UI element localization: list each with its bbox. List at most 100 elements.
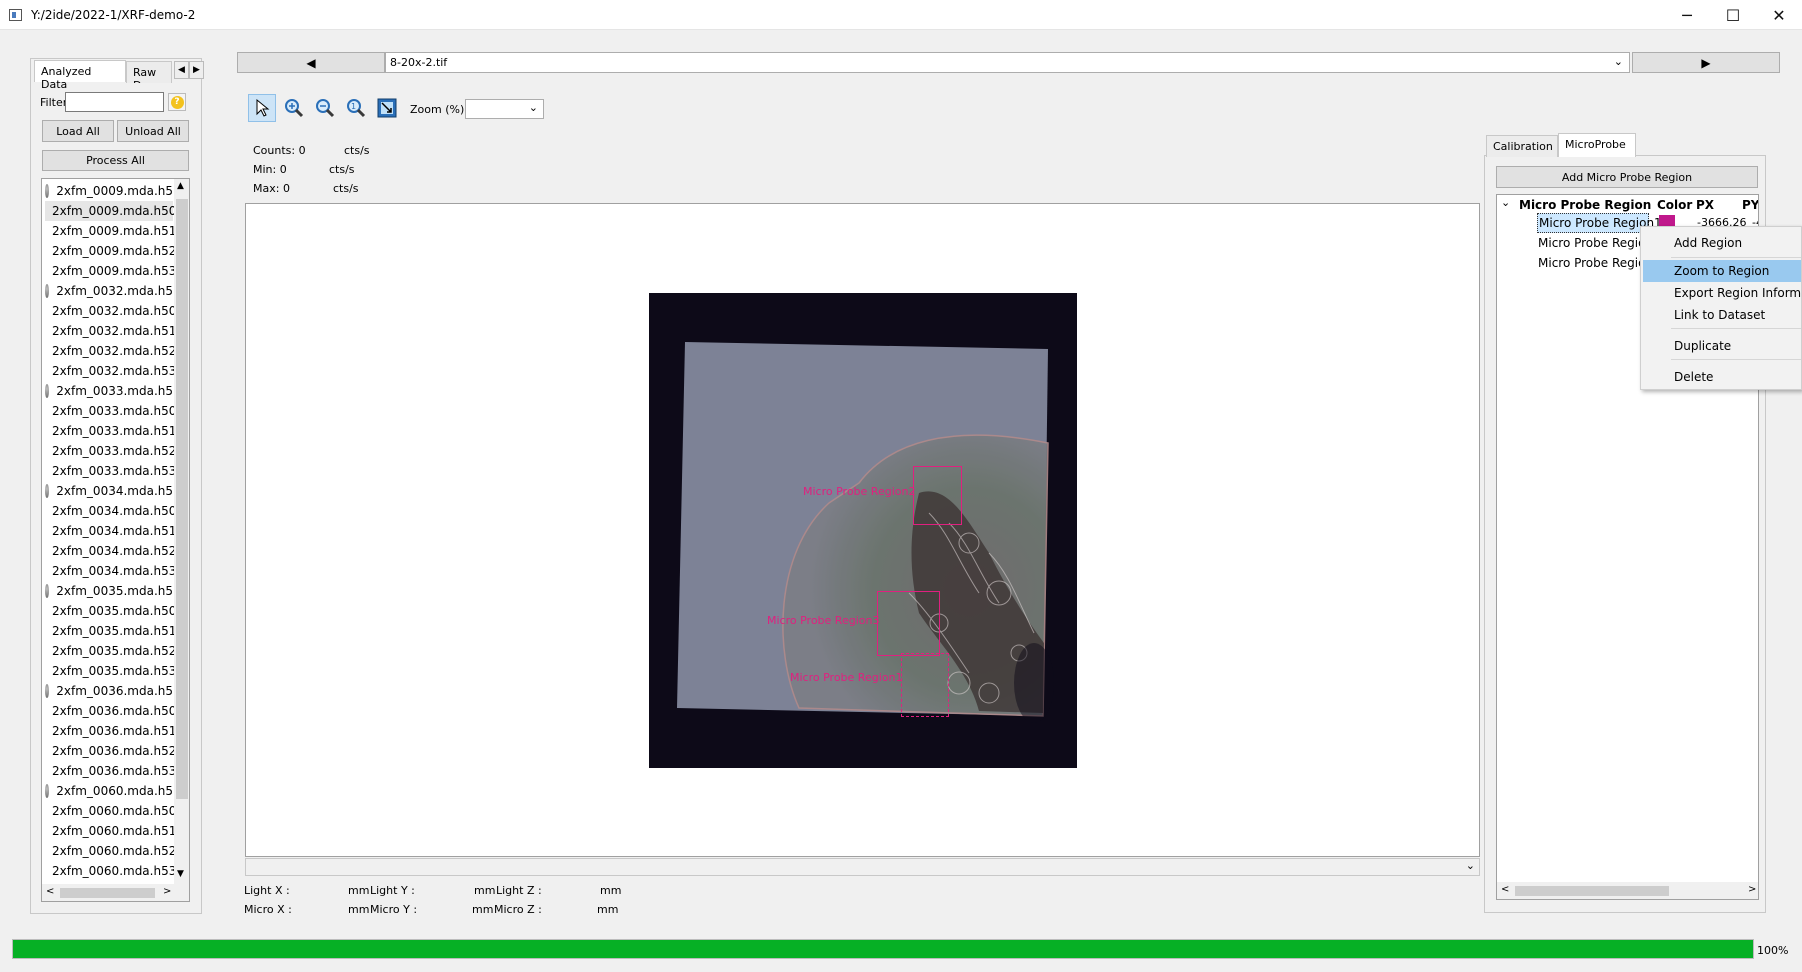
zoom-out-tool[interactable] bbox=[311, 94, 339, 122]
list-item[interactable]: 2xfm_0035.mda.h5 bbox=[45, 581, 173, 601]
list-item[interactable]: 2xfm_0060.mda.h5 bbox=[45, 781, 173, 801]
region-tree-hscroll[interactable]: < > bbox=[1497, 882, 1758, 899]
zoom-select[interactable]: ⌄ bbox=[465, 99, 544, 119]
scroll-right-icon[interactable]: > bbox=[1748, 884, 1756, 895]
list-item[interactable]: 2xfm_0036.mda.h53 bbox=[45, 761, 176, 781]
window-title: Y:/2ide/2022-1/XRF-demo-2 bbox=[31, 8, 196, 22]
light-x-label: Light X : bbox=[244, 884, 290, 897]
help-icon: ? bbox=[170, 95, 184, 109]
roi-region3[interactable] bbox=[877, 591, 940, 656]
list-item[interactable]: 2xfm_0034.mda.h50 bbox=[45, 501, 176, 521]
image-view-hscroll[interactable]: ⌄ bbox=[245, 858, 1480, 876]
zoom-reset-tool[interactable]: 1 bbox=[342, 94, 370, 122]
file-name: 2xfm_0035.mda.h50 bbox=[52, 604, 177, 618]
file-list-vscroll[interactable]: ▲ ▼ bbox=[174, 179, 189, 884]
light-z-label: Light Z : bbox=[496, 884, 542, 897]
scroll-down-icon[interactable]: ▼ bbox=[177, 869, 184, 879]
tab-scroll-right-icon[interactable]: ▶ bbox=[189, 61, 204, 79]
pointer-tool[interactable] bbox=[248, 94, 276, 122]
tab-calibration[interactable]: Calibration bbox=[1486, 135, 1558, 157]
tree-row[interactable]: Micro Probe Region1 bbox=[1537, 213, 1662, 233]
minimize-button[interactable]: ─ bbox=[1664, 0, 1710, 30]
scroll-up-icon[interactable]: ▲ bbox=[177, 181, 184, 191]
menu-item-link-to-dataset[interactable]: Link to Dataset bbox=[1643, 304, 1801, 326]
load-all-button[interactable]: Load All bbox=[42, 120, 114, 142]
list-item[interactable]: 2xfm_0032.mda.h53 bbox=[45, 361, 176, 381]
zoom-fit-icon: 1 bbox=[347, 99, 366, 118]
filter-input[interactable] bbox=[65, 92, 164, 112]
list-item[interactable]: 2xfm_0009.mda.h51 bbox=[45, 221, 176, 241]
scroll-thumb[interactable] bbox=[176, 199, 188, 799]
list-item[interactable]: 2xfm_0009.mda.h52 bbox=[45, 241, 176, 261]
file-name: 2xfm_0036.mda.h51 bbox=[52, 724, 177, 738]
filter-label: Filter bbox=[40, 96, 68, 109]
menu-item-export-region-information[interactable]: Export Region Information bbox=[1643, 282, 1801, 304]
scroll-left-icon[interactable]: < bbox=[1501, 884, 1509, 895]
next-arrow-icon: ▶ bbox=[1701, 55, 1711, 70]
prev-file-button[interactable]: ◀ bbox=[237, 52, 385, 73]
menu-item-zoom-to-region[interactable]: Zoom to Region bbox=[1643, 260, 1801, 282]
list-item[interactable]: 2xfm_0033.mda.h53 bbox=[45, 461, 176, 481]
menu-item-delete[interactable]: Delete bbox=[1643, 366, 1801, 388]
maximize-button[interactable]: ☐ bbox=[1710, 0, 1756, 30]
close-button[interactable]: ✕ bbox=[1756, 0, 1802, 30]
list-item[interactable]: 2xfm_0035.mda.h53 bbox=[45, 661, 176, 681]
list-item[interactable]: 2xfm_0033.mda.h50 bbox=[45, 401, 176, 421]
tab-analyzed-data[interactable]: Analyzed Data bbox=[34, 60, 126, 91]
list-item[interactable]: 2xfm_0033.mda.h5 bbox=[45, 381, 173, 401]
list-item[interactable]: 2xfm_0034.mda.h51 bbox=[45, 521, 176, 541]
roi-region2[interactable] bbox=[913, 466, 962, 525]
scroll-right-icon[interactable]: > bbox=[163, 886, 171, 897]
list-item[interactable]: 2xfm_0060.mda.h52 bbox=[45, 841, 176, 861]
unload-all-button[interactable]: Unload All bbox=[117, 120, 189, 142]
list-item[interactable]: 2xfm_0036.mda.h52 bbox=[45, 741, 176, 761]
file-name: 2xfm_0032.mda.h52 bbox=[52, 344, 177, 358]
menu-item-add-region[interactable]: Add Region bbox=[1643, 232, 1801, 254]
hscroll-thumb[interactable] bbox=[1515, 886, 1669, 896]
min-label: Min: 0 bbox=[253, 163, 287, 176]
list-item[interactable]: 2xfm_0033.mda.h51 bbox=[45, 421, 176, 441]
scroll-left-icon[interactable]: < bbox=[46, 886, 54, 897]
fit-to-window-tool[interactable] bbox=[373, 94, 401, 122]
list-item[interactable]: 2xfm_0009.mda.h5 bbox=[45, 181, 173, 201]
file-list-hscroll[interactable]: < > bbox=[42, 884, 189, 901]
list-item[interactable]: 2xfm_0034.mda.h53 bbox=[45, 561, 176, 581]
list-item[interactable]: 2xfm_0035.mda.h50 bbox=[45, 601, 177, 621]
list-item[interactable]: 2xfm_0032.mda.h51 bbox=[45, 321, 176, 341]
process-all-button[interactable]: Process All bbox=[42, 150, 189, 171]
list-item[interactable]: 2xfm_0060.mda.h53 bbox=[45, 861, 176, 881]
roi-region1[interactable] bbox=[901, 653, 949, 717]
list-item[interactable]: 2xfm_0034.mda.h52 bbox=[45, 541, 176, 561]
list-item[interactable]: 2xfm_0036.mda.h51 bbox=[45, 721, 177, 741]
list-item[interactable]: 2xfm_0009.mda.h53 bbox=[45, 261, 176, 281]
tab-scroll-left-icon[interactable]: ◀ bbox=[174, 61, 189, 79]
list-item[interactable]: 2xfm_0033.mda.h52 bbox=[45, 441, 176, 461]
image-view[interactable]: Micro Probe Region2 Micro Probe Region3 … bbox=[245, 203, 1480, 857]
tree-row[interactable]: Micro Probe Region3 bbox=[1538, 256, 1648, 270]
list-item[interactable]: 2xfm_0009.mda.h50 bbox=[45, 201, 176, 221]
list-item[interactable]: 2xfm_0036.mda.h5 bbox=[45, 681, 173, 701]
list-item[interactable]: 2xfm_0035.mda.h52 bbox=[45, 641, 176, 661]
next-file-button[interactable]: ▶ bbox=[1632, 52, 1780, 73]
file-list: 2xfm_0009.mda.h5 2xfm_0009.mda.h50 2xfm_00… bbox=[41, 178, 190, 902]
tree-collapse-icon[interactable]: ⌄ bbox=[1501, 196, 1510, 209]
microscope-image[interactable]: Micro Probe Region2 Micro Probe Region3 … bbox=[649, 293, 1077, 768]
list-item[interactable]: 2xfm_0036.mda.h50 bbox=[45, 701, 176, 721]
hscroll-thumb[interactable] bbox=[60, 888, 155, 898]
list-item[interactable]: 2xfm_0032.mda.h50 bbox=[45, 301, 176, 321]
micro-x-unit: mm bbox=[348, 903, 370, 916]
zoom-in-tool[interactable] bbox=[280, 94, 308, 122]
list-item[interactable]: 2xfm_0034.mda.h5 bbox=[45, 481, 173, 501]
tree-row[interactable]: Micro Probe Region2 bbox=[1538, 236, 1648, 250]
list-item[interactable]: 2xfm_0032.mda.h5 bbox=[45, 281, 173, 301]
list-item[interactable]: 2xfm_0032.mda.h52 bbox=[45, 341, 177, 361]
list-item[interactable]: 2xfm_0060.mda.h51 bbox=[45, 821, 176, 841]
tab-microprobe[interactable]: MicroProbe bbox=[1558, 133, 1636, 157]
tab-raw-data[interactable]: Raw Da bbox=[126, 61, 172, 83]
list-item[interactable]: 2xfm_0060.mda.h50 bbox=[45, 801, 176, 821]
list-item[interactable]: 2xfm_0035.mda.h51 bbox=[45, 621, 176, 641]
menu-item-duplicate[interactable]: Duplicate bbox=[1643, 335, 1801, 357]
add-micro-probe-region-button[interactable]: Add Micro Probe Region bbox=[1496, 166, 1758, 188]
file-select[interactable]: 8-20x-2.tif ⌄ bbox=[385, 52, 1630, 73]
filter-help-button[interactable]: ? bbox=[168, 93, 186, 111]
